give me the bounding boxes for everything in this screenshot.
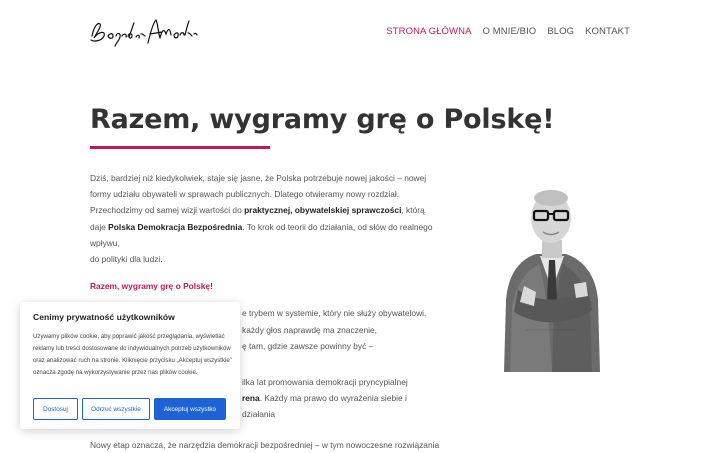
site-logo-signature[interactable]: [88, 16, 198, 48]
bold-text: praktycznej, obywatelskiej sprawczości: [244, 205, 402, 216]
nav-item-about[interactable]: O MNIE/BIO: [483, 26, 537, 37]
title-underline: [90, 146, 270, 149]
nav-item-blog[interactable]: BLOG: [547, 26, 574, 37]
subheading: Razem, wygramy grę o Polskę!: [90, 281, 213, 292]
cookie-dialog-title: Cenimy prywatność użytkowników: [33, 312, 175, 322]
author-portrait-image: [496, 180, 606, 372]
accept-all-cookies-button[interactable]: Akceptuj wszystko: [154, 398, 226, 420]
paragraph-line: Przechodzimy od samej wizji wartości do …: [90, 202, 442, 218]
nav-item-contact[interactable]: KONTAKT: [585, 26, 630, 37]
text-span: . To krok od teorii do działania, od słó…: [242, 221, 433, 232]
customize-cookies-button[interactable]: Dostosuj: [33, 398, 78, 420]
main-nav: STRONA GŁÓWNA O MNIE/BIO BLOG KONTAKT: [386, 26, 630, 37]
paragraph-line: wpływu,: [90, 237, 120, 248]
page-title: Razem, wygramy grę o Polskę!: [90, 104, 555, 135]
text-span: Przechodzimy od samej wizji wartości do: [90, 205, 242, 216]
cookie-button-group: Dostosuj Odrzuć wszystkie Akceptuj wszys…: [33, 398, 226, 420]
paragraph-line: formy udziału obywateli w sprawach publi…: [90, 189, 400, 200]
text-span: daje: [90, 221, 106, 232]
paragraph-line: Nowy etap oznacza, że narzędzia demokrac…: [90, 439, 440, 450]
text-span: . Każdy ma prawo do wyrażenia siebie i d…: [242, 393, 407, 420]
paragraph-line: daje Polska Demokracja Bezpośrednia. To …: [90, 219, 442, 235]
paragraph-line: do polityki dla ludzi.: [90, 254, 163, 265]
reject-all-cookies-button[interactable]: Odrzuć wszystkie: [82, 398, 150, 420]
cookie-consent-dialog: Cenimy prywatność użytkowników Używamy p…: [20, 302, 240, 429]
bold-text: rena: [242, 393, 260, 404]
paragraph-line: Dziś, bardziej niż kiedykolwiek, staje s…: [90, 173, 427, 183]
nav-item-home[interactable]: STRONA GŁÓWNA: [386, 26, 471, 37]
bold-text: Polska Demokracja Bezpośrednia: [108, 221, 243, 232]
cookie-dialog-text: Używamy plików cookie, aby poprawić jako…: [33, 333, 232, 376]
text-span: , którą: [401, 205, 425, 216]
